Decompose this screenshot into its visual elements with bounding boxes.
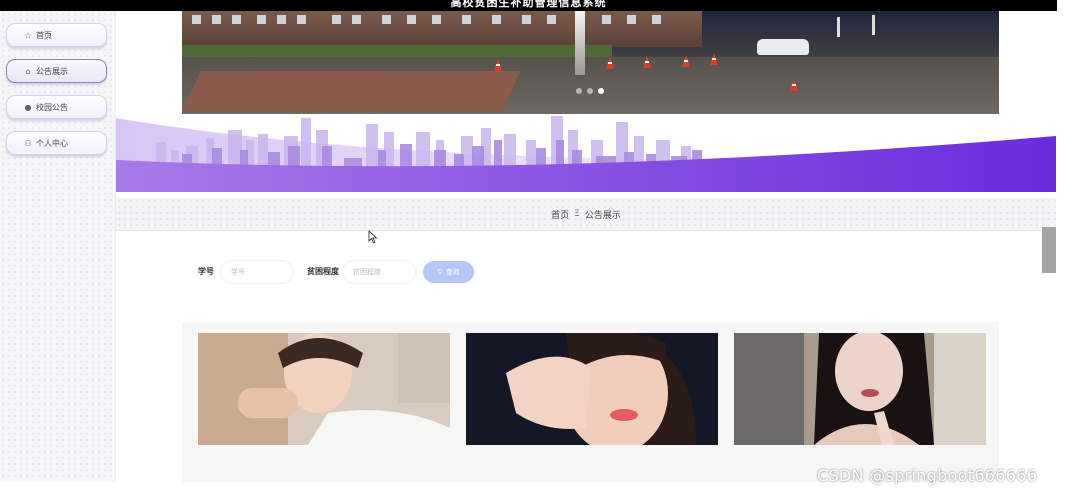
breadcrumb-current: 公告展示: [584, 210, 621, 221]
card-image: [734, 333, 986, 445]
banner-photo-streetlight: [872, 15, 875, 35]
info-icon: ●: [24, 102, 32, 112]
banner-photo-buildings: [182, 11, 702, 47]
user-icon: ⚇: [24, 138, 32, 148]
sidebar-item-campus-notice[interactable]: ● 校园公告: [6, 95, 107, 119]
top-title-bar: 高校贫困生补助管理信息系统: [0, 0, 1057, 11]
watermark: CSDN @springboot666666: [817, 466, 1038, 485]
announcement-card-3[interactable]: [734, 333, 986, 445]
sidebar-item-profile[interactable]: ⚇ 个人中心: [6, 131, 107, 155]
star-icon: ☆: [24, 30, 32, 40]
banner-photo-car: [757, 39, 809, 55]
app-title: 高校贫困生补助管理信息系统: [450, 0, 607, 9]
search-button-label: 查询: [445, 267, 460, 276]
sidebar: ☆ 首页 ⌂ 公告展示 ● 校园公告 ⚇ 个人中心: [0, 11, 116, 481]
search-button[interactable]: ⚲ 查询: [423, 260, 474, 283]
breadcrumb-home[interactable]: 首页: [551, 208, 569, 221]
banner-photo-grass: [182, 45, 612, 57]
poverty-level-input[interactable]: [343, 260, 415, 283]
carousel-dot-active[interactable]: [598, 88, 604, 94]
sidebar-item-label: 校园公告: [36, 102, 68, 112]
poverty-level-label: 贫困程度: [307, 267, 339, 276]
banner-photo-streetlight: [837, 17, 840, 37]
carousel-indicators: [576, 88, 604, 94]
announcement-list: [182, 322, 999, 482]
sidebar-item-label: 公告展示: [36, 66, 68, 76]
breadcrumb: 首页 Ξ 公告展示: [116, 198, 1056, 231]
card-image: [466, 333, 718, 445]
home-icon: ⌂: [25, 66, 31, 76]
student-id-label: 学号: [198, 267, 214, 276]
card-image: [198, 333, 450, 445]
breadcrumb-separator: Ξ: [574, 209, 580, 219]
announcement-card-2[interactable]: [466, 333, 718, 445]
skyline-decoration: [116, 116, 1056, 192]
page-scrollbar-thumb[interactable]: [1042, 227, 1056, 273]
sidebar-item-announcements[interactable]: ⌂ 公告展示: [6, 59, 107, 83]
sidebar-item-label: 首页: [36, 30, 52, 40]
mouse-cursor-icon: [368, 230, 378, 244]
banner-photo-sidewalk: [182, 71, 521, 111]
student-id-input[interactable]: [221, 260, 293, 283]
carousel-dot[interactable]: [587, 88, 593, 94]
carousel-banner[interactable]: [182, 11, 999, 114]
announcement-card-1[interactable]: [198, 333, 450, 445]
search-icon: ⚲: [437, 267, 443, 276]
sidebar-item-label: 个人中心: [36, 138, 68, 148]
banner-photo-pillar: [575, 11, 585, 75]
sidebar-item-home[interactable]: ☆ 首页: [6, 23, 107, 47]
search-form: 学号 贫困程度 ⚲ 查询: [198, 260, 474, 283]
carousel-dot[interactable]: [576, 88, 582, 94]
